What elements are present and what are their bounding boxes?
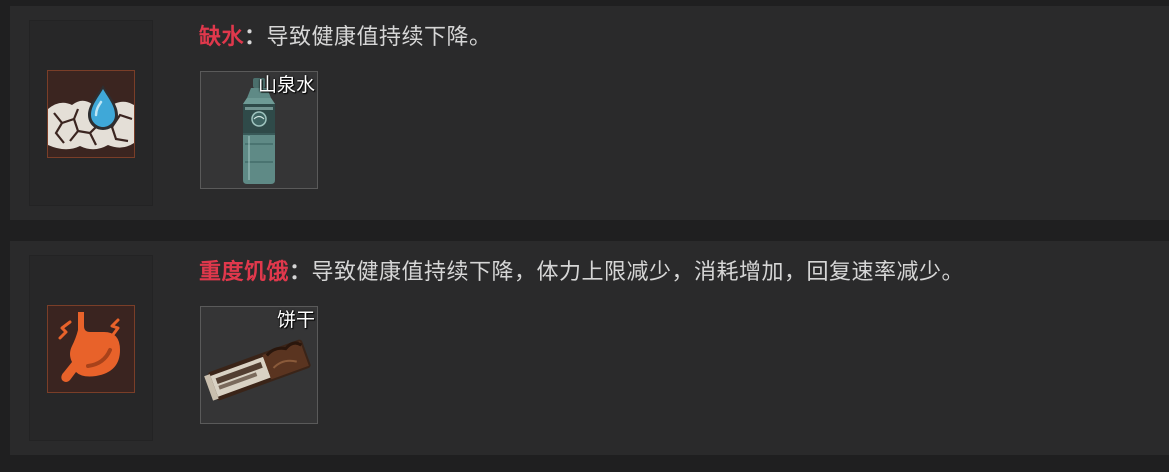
status-separator: ： (289, 260, 312, 285)
status-entry-severe-hunger: 重度饥饿：导致健康值持续下降，体力上限减少，消耗增加，回复速率减少。 饼干 (10, 241, 1169, 455)
item-name: 饼干 (276, 309, 315, 331)
item-slot-biscuit[interactable]: 饼干 (200, 306, 318, 424)
status-icon-frame (29, 255, 153, 441)
status-effect-text: 导致健康值持续下降。 (266, 25, 492, 50)
status-entry-dehydration: 缺水：导致健康值持续下降。 山泉水 (10, 6, 1169, 220)
water-drop-cracked-ground-icon (47, 70, 135, 158)
status-description: 重度饥饿：导致健康值持续下降，体力上限减少，消耗增加，回复速率减少。 (199, 258, 964, 288)
status-name: 重度饥饿 (199, 260, 290, 285)
status-icon-frame (29, 20, 153, 206)
status-name: 缺水 (199, 25, 245, 50)
status-effect-text: 导致健康值持续下降，体力上限减少，消耗增加，回复速率减少。 (311, 260, 965, 285)
item-slot-spring-water[interactable]: 山泉水 (200, 71, 318, 189)
item-name: 山泉水 (257, 74, 315, 96)
status-separator: ： (244, 25, 267, 50)
stomach-icon (47, 305, 135, 393)
status-description: 缺水：导致健康值持续下降。 (199, 23, 492, 53)
